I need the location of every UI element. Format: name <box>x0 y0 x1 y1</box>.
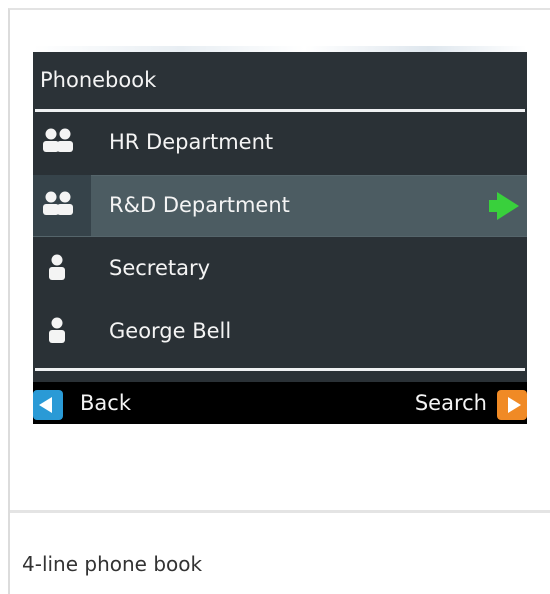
caption-divider <box>10 510 550 513</box>
back-softkey-label[interactable]: Back <box>80 391 131 415</box>
search-softkey-label[interactable]: Search <box>415 391 487 415</box>
list-item-hr-department[interactable]: HR Department <box>33 112 527 174</box>
group-icon <box>33 175 91 237</box>
row-separator <box>33 236 527 237</box>
softkey-bar: Back Search <box>33 382 527 424</box>
softkey-divider <box>35 368 525 371</box>
screen-title: Phonebook <box>40 68 157 92</box>
select-arrow-icon[interactable] <box>489 192 519 220</box>
search-arrow-icon[interactable] <box>497 390 527 420</box>
entry-label: HR Department <box>109 130 274 154</box>
person-icon <box>33 301 91 363</box>
entry-label: George Bell <box>109 319 232 343</box>
list-item-secretary[interactable]: Secretary <box>33 238 527 300</box>
phone-screen: Phonebook HR Department R&D Department S… <box>33 52 527 424</box>
entry-label: Secretary <box>109 256 211 280</box>
back-arrow-icon[interactable] <box>33 390 63 420</box>
figure-caption: 4-line phone book <box>22 552 203 576</box>
entry-label: R&D Department <box>109 193 290 217</box>
list-item-george-bell[interactable]: George Bell <box>33 301 527 363</box>
row-separator <box>33 175 527 176</box>
list-item-rd-department[interactable]: R&D Department <box>33 175 527 237</box>
group-icon <box>33 112 91 174</box>
screen-title-bar: Phonebook <box>33 52 527 109</box>
person-icon <box>33 238 91 300</box>
